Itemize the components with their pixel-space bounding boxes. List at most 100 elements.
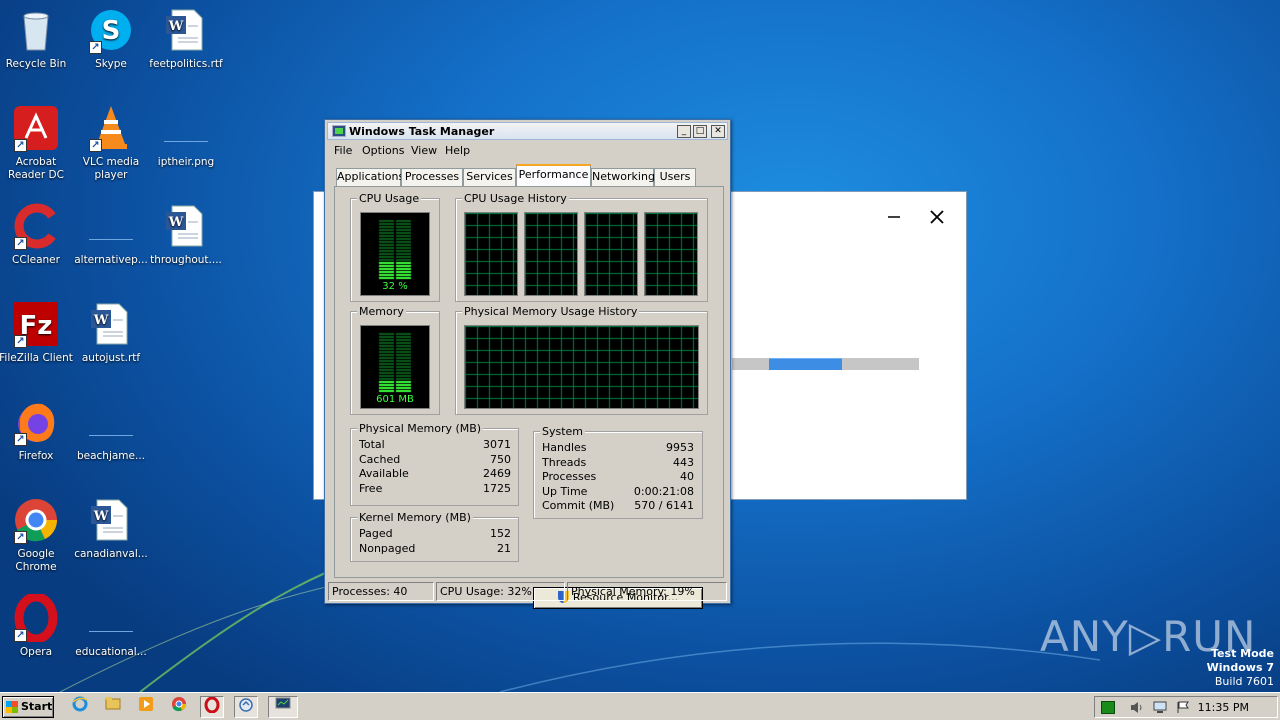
clock[interactable]: 11:35 PM [1198, 701, 1249, 714]
svg-text:W: W [93, 313, 109, 328]
tab-strip: Applications Processes Services Performa… [333, 164, 723, 186]
cpu-meter-bars [361, 213, 429, 281]
opera-desktop-shortcut[interactable]: ↗ Opera [0, 592, 74, 659]
maximize-button[interactable]: □ [693, 125, 707, 138]
physical-memory-group: Physical Memory (MB) Total 3071 Cached 750… [350, 422, 519, 506]
vlc-icon: ↗ [87, 104, 135, 152]
media-player-icon[interactable] [134, 696, 158, 718]
chrome-desktop-shortcut[interactable]: ↗ Google Chrome [0, 496, 74, 574]
performance-panel: CPU Usage 32 % CPU Usage History Memory … [334, 186, 724, 609]
shortcut-arrow-icon: ↗ [14, 237, 27, 250]
windows-flag-icon [6, 701, 18, 713]
svg-text:W: W [168, 19, 184, 34]
kernel-memory-label: Kernel Memory (MB) [357, 511, 473, 524]
chrome-icon[interactable] [167, 696, 191, 718]
tab-users[interactable]: Users [654, 168, 696, 186]
network-icon[interactable] [1153, 701, 1167, 714]
system-tray: 11:35 PM [1094, 696, 1278, 718]
ccleaner-desktop-shortcut[interactable]: ↗ CCleaner [0, 202, 74, 267]
memory-meter: 601 MB [360, 325, 430, 409]
title-bar[interactable]: Windows Task Manager _ □ ✕ [327, 122, 728, 140]
shortcut-arrow-icon: ↗ [14, 433, 27, 446]
volume-icon[interactable] [1130, 701, 1144, 714]
tab-performance[interactable]: Performance [516, 164, 591, 186]
svg-text:S: S [102, 16, 121, 46]
menu-file[interactable]: File [334, 144, 352, 157]
firefox-icon: ↗ [12, 398, 60, 446]
desktop-icon-label: FileZilla Client [0, 352, 73, 364]
minimize-button[interactable]: _ [677, 125, 691, 138]
word-doc-desktop-shortcut[interactable]: Wautojust.rtf [73, 300, 149, 365]
tab-networking[interactable]: Networking [591, 168, 655, 186]
tab-services[interactable]: Services [463, 168, 516, 186]
opera-icon: ↗ [12, 592, 60, 644]
opera-icon[interactable] [200, 696, 224, 718]
filezilla-icon: Fz ↗ [12, 300, 60, 348]
minimize-icon[interactable] [887, 210, 901, 224]
cpu-history-core-3 [584, 212, 638, 296]
status-bar: Processes: 40 CPU Usage: 32% Physical Me… [327, 582, 728, 601]
test-mode-text: Test Mode Windows 7 Build 7601 [1207, 647, 1274, 689]
status-cpu: CPU Usage: 32% [436, 582, 565, 601]
memory-history-graph [464, 325, 699, 409]
close-icon[interactable] [928, 208, 946, 226]
vlc-desktop-shortcut[interactable]: ↗ VLC media player [73, 104, 149, 182]
desktop-icon-label: Opera [19, 646, 53, 658]
cpu-usage-label: CPU Usage [357, 192, 422, 205]
blank-file-desktop-shortcut[interactable]: alternativep... [73, 202, 149, 267]
sync-icon[interactable] [234, 696, 258, 718]
explorer-icon[interactable] [101, 696, 125, 718]
close-button[interactable]: ✕ [711, 125, 725, 138]
test-mode-line3: Build 7601 [1214, 675, 1274, 688]
filezilla-desktop-shortcut[interactable]: Fz ↗ FileZilla Client [0, 300, 74, 365]
blank-file-desktop-shortcut[interactable]: beachjame... [73, 398, 149, 463]
tab-applications[interactable]: Applications [336, 168, 404, 186]
word-doc-desktop-shortcut[interactable]: Wthroughout.... [148, 202, 224, 267]
menu-view[interactable]: View [411, 144, 437, 157]
desktop-icon-label: Skype [95, 58, 127, 70]
blank-file-desktop-shortcut[interactable]: iptheir.png [148, 104, 224, 169]
ie-icon[interactable] [68, 696, 92, 718]
cpu-history-group: CPU Usage History [455, 192, 708, 302]
word-doc-icon: W [87, 496, 135, 544]
word-doc-icon: W [162, 6, 210, 54]
desktop-icon-label: VLC media player [82, 156, 140, 181]
action-center-flag-icon[interactable] [1176, 701, 1190, 714]
blank-file-desktop-shortcut[interactable]: educational... [73, 594, 149, 659]
word-doc-desktop-shortcut[interactable]: Wcanadianval... [73, 496, 149, 561]
task-manager-taskbar-icon[interactable] [268, 696, 298, 718]
start-button[interactable]: Start [2, 696, 54, 718]
progress-bar [732, 358, 919, 370]
memory-meter-bars [361, 326, 429, 394]
blank-file-icon [164, 114, 208, 142]
shortcut-arrow-icon: ↗ [14, 531, 27, 544]
memory-history-group: Physical Memory Usage History [455, 305, 708, 415]
tray-taskmgr-cpu-icon[interactable] [1101, 701, 1115, 714]
start-label: Start [21, 700, 53, 713]
skype-icon: S ↗ [87, 6, 135, 54]
blank-file-icon [89, 212, 133, 240]
acrobat-desktop-shortcut[interactable]: ↗ Acrobat Reader DC [0, 104, 74, 182]
system-group: System Handles 9953 Threads 443 Processes 4… [533, 425, 703, 519]
cpu-history-core-2 [524, 212, 578, 296]
cpu-usage-meter: 32 % [360, 212, 430, 296]
word-doc-icon: W [87, 300, 135, 348]
menu-help[interactable]: Help [445, 144, 470, 157]
skype-desktop-shortcut[interactable]: S ↗ Skype [73, 6, 149, 71]
desktop-icon-label: CCleaner [12, 254, 60, 266]
cpu-usage-group: CPU Usage 32 % [350, 192, 440, 302]
firefox-desktop-shortcut[interactable]: ↗ Firefox [0, 398, 74, 463]
svg-text:W: W [93, 509, 109, 524]
menu-options[interactable]: Options [362, 144, 404, 157]
tab-processes[interactable]: Processes [401, 168, 463, 186]
word-doc-desktop-shortcut[interactable]: Wfeetpolitics.rtf [148, 6, 224, 71]
word-doc-icon: W [162, 202, 210, 250]
kernel-memory-group: Kernel Memory (MB) Paged 152 Nonpaged 21 [350, 511, 519, 562]
memory-group: Memory 601 MB [350, 305, 440, 415]
desktop-icon-label: canadianval... [74, 548, 148, 560]
recycle-bin-desktop-shortcut[interactable]: Recycle Bin [0, 6, 74, 71]
desktop-icon-label: alternativep... [74, 254, 148, 266]
shortcut-arrow-icon: ↗ [14, 139, 27, 152]
desktop-icon-label: iptheir.png [157, 156, 215, 168]
shortcut-arrow-icon: ↗ [14, 335, 27, 348]
